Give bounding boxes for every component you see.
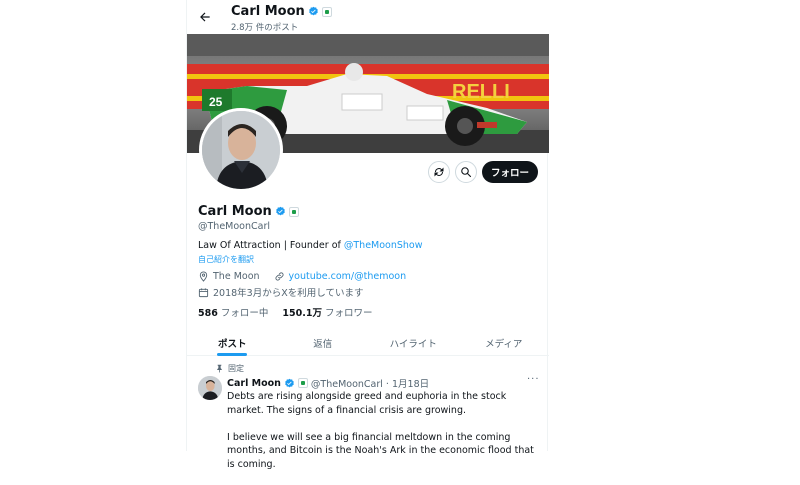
profile-joined-row: 2018年3月からXを利用しています bbox=[198, 285, 363, 299]
pinned-indicator: 固定 bbox=[215, 363, 244, 374]
profile-tabs: ポスト 返信 ハイライト メディア bbox=[187, 330, 549, 356]
profile-header-bar: Carl Moon 2.8万 件のポスト bbox=[187, 0, 549, 34]
tab-replies[interactable]: 返信 bbox=[278, 330, 369, 355]
tweet-body: Debts are rising alongside greed and eup… bbox=[227, 390, 542, 485]
tweet-avatar-image bbox=[198, 376, 222, 400]
profile-location: The Moon bbox=[213, 271, 260, 282]
more-dots-icon[interactable]: ··· bbox=[527, 374, 540, 385]
avatar-image bbox=[202, 111, 280, 189]
subscribe-button[interactable] bbox=[428, 161, 450, 183]
profile-bio: Law Of Attraction | Founder of @TheMoonS… bbox=[198, 240, 423, 251]
profile-handle: @TheMoonCarl bbox=[198, 221, 271, 232]
followers-count: 150.1万 bbox=[282, 308, 322, 319]
verified-badge-icon bbox=[285, 378, 294, 387]
following-label: フォロー中 bbox=[220, 308, 269, 319]
link-icon bbox=[275, 272, 284, 281]
profile-name: Carl Moon bbox=[198, 204, 272, 219]
translate-bio-link[interactable]: 自己紹介を翻訳 bbox=[198, 254, 254, 265]
follow-stats: 586 フォロー中 150.1万 フォロワー bbox=[198, 305, 373, 319]
affiliate-badge-icon bbox=[321, 6, 332, 17]
verified-badge-icon[interactable] bbox=[275, 206, 286, 217]
profile-column: Carl Moon 2.8万 件のポスト RELLI 25 フォロー Carl … bbox=[186, 0, 549, 470]
post-count: 2.8万 件のポスト bbox=[231, 23, 299, 33]
sponsor-text: RELLI bbox=[452, 81, 510, 103]
back-button[interactable] bbox=[197, 9, 213, 25]
following-count: 586 bbox=[198, 308, 218, 319]
affiliate-badge-icon[interactable] bbox=[288, 206, 299, 217]
pin-icon bbox=[217, 364, 222, 373]
tab-posts[interactable]: ポスト bbox=[187, 330, 278, 355]
following-stat[interactable]: 586 フォロー中 bbox=[198, 305, 268, 319]
tab-highlights[interactable]: ハイライト bbox=[368, 330, 459, 355]
location-pin-icon bbox=[199, 271, 208, 282]
followers-label: フォロワー bbox=[324, 308, 373, 319]
affiliate-badge-icon bbox=[297, 378, 308, 388]
profile-website-link[interactable]: youtube.com/@themoon bbox=[289, 271, 407, 282]
follow-button[interactable]: フォロー bbox=[482, 161, 538, 183]
profile-avatar[interactable] bbox=[199, 108, 283, 192]
search-profile-button[interactable] bbox=[455, 161, 477, 183]
search-icon bbox=[461, 167, 472, 178]
tweet-avatar[interactable] bbox=[198, 376, 222, 400]
tweet-paragraph: Debts are rising alongside greed and eup… bbox=[227, 391, 507, 416]
followers-stat[interactable]: 150.1万 フォロワー bbox=[282, 305, 372, 319]
bio-mention-link[interactable]: @TheMoonShow bbox=[344, 240, 423, 251]
tab-media[interactable]: メディア bbox=[459, 330, 550, 355]
header-name-row: Carl Moon bbox=[231, 4, 332, 19]
arrow-left-icon bbox=[200, 12, 210, 22]
profile-name-row: Carl Moon bbox=[198, 204, 299, 219]
tweet-author-name[interactable]: Carl Moon bbox=[227, 378, 281, 389]
header-name: Carl Moon bbox=[231, 4, 305, 19]
tweet-handle-date[interactable]: @TheMoonCarl · 1月18日 bbox=[311, 376, 429, 390]
car-number: 25 bbox=[209, 95, 223, 109]
pinned-label: 固定 bbox=[228, 364, 244, 373]
profile-meta-row: The Moon youtube.com/@themoon bbox=[198, 271, 406, 282]
refresh-circle-icon bbox=[434, 167, 444, 177]
verified-badge-icon bbox=[308, 6, 318, 16]
profile-joined-date: 2018年3月からXを利用しています bbox=[213, 288, 364, 299]
tweet-header: Carl Moon @TheMoonCarl · 1月18日 bbox=[227, 376, 429, 391]
bio-text: Law Of Attraction | Founder of bbox=[198, 240, 344, 251]
calendar-icon bbox=[198, 287, 209, 297]
